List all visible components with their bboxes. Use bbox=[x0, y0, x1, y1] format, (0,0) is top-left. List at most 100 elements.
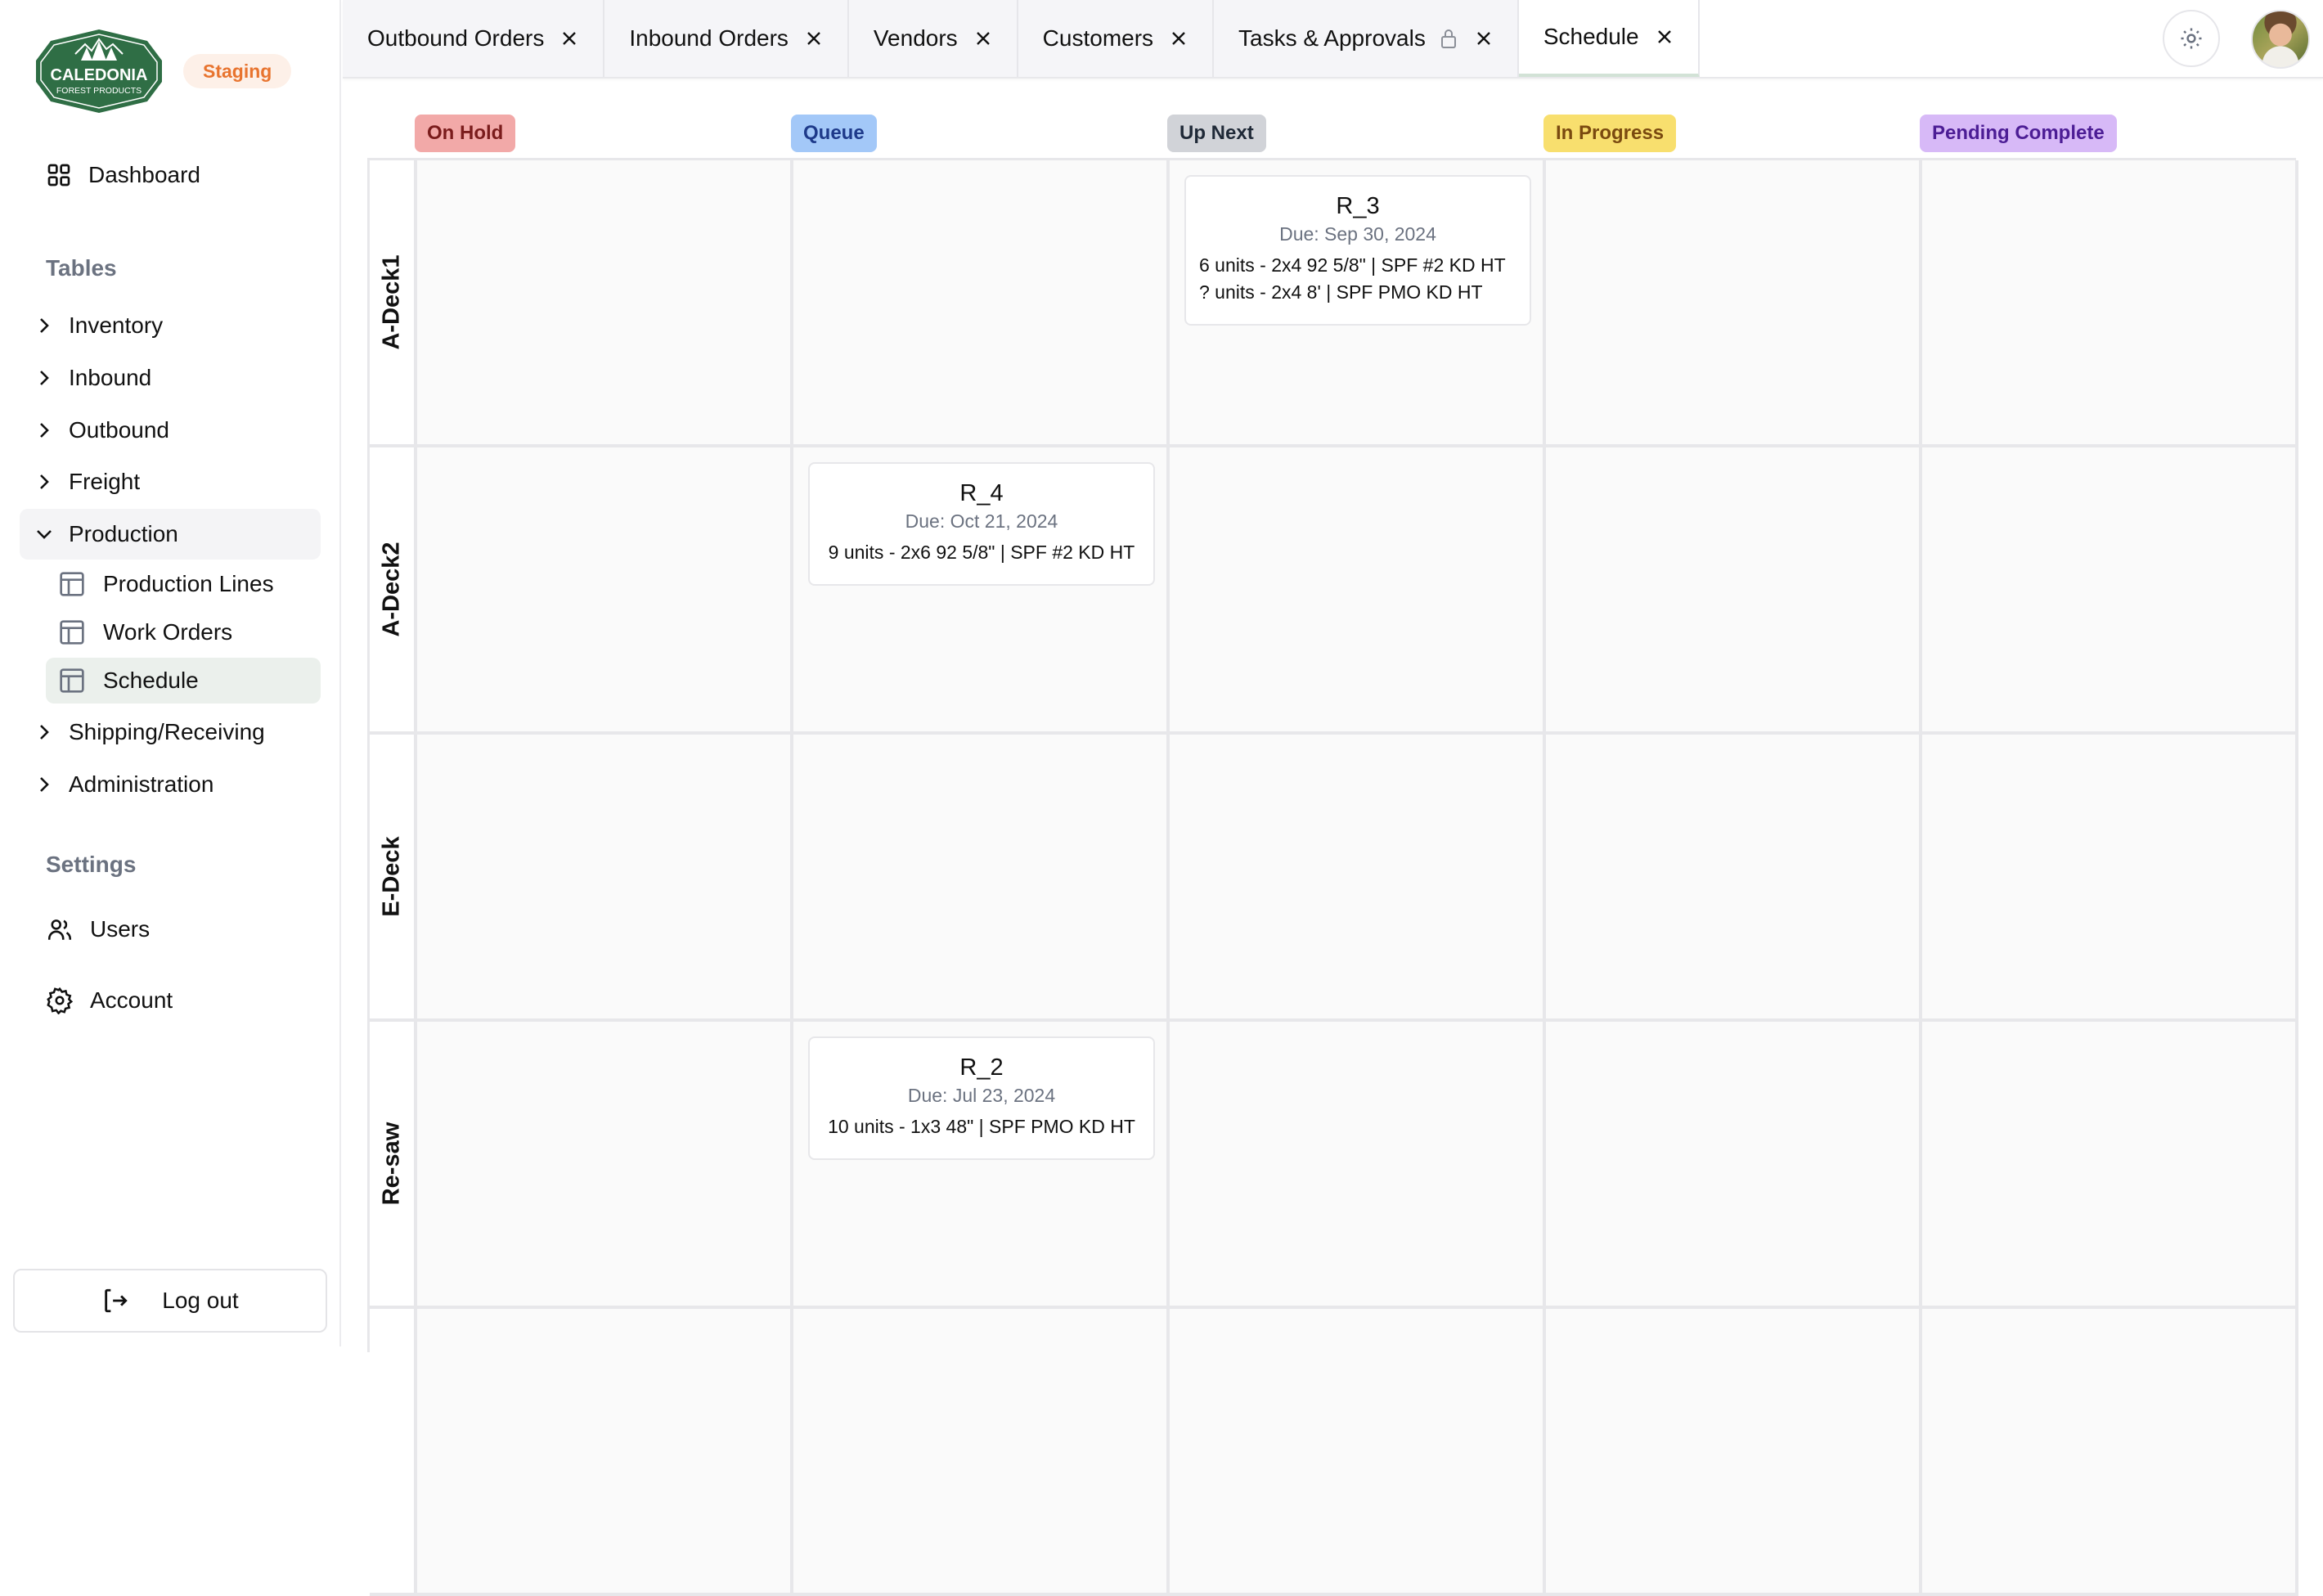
sidebar-item-inbound[interactable]: Inbound bbox=[20, 353, 321, 403]
sun-icon bbox=[2181, 28, 2202, 49]
card-line-items: 10 units - 1x3 48" | SPF PMO KD HT bbox=[823, 1113, 1140, 1140]
settings-heading: Settings bbox=[46, 852, 137, 877]
sidebar-item-shipping-receiving[interactable]: Shipping/Receiving bbox=[20, 707, 321, 758]
logout-icon bbox=[105, 1288, 128, 1313]
tab-outbound-orders[interactable]: Outbound Orders bbox=[343, 0, 605, 77]
board-row: A-Deck1 R_3 Due: Sep 30, 2024 6 units - 2x4… bbox=[370, 160, 2298, 447]
sidebar-item-inventory[interactable]: Inventory bbox=[20, 300, 321, 351]
sidebar-item-production[interactable]: Production bbox=[20, 509, 321, 560]
board-cell[interactable] bbox=[417, 1022, 793, 1306]
sidebar-subitem-production-lines[interactable]: Production Lines bbox=[46, 561, 321, 607]
board-cell[interactable] bbox=[417, 1309, 793, 1593]
board-cell[interactable] bbox=[1546, 735, 1922, 1018]
row-label bbox=[370, 1309, 417, 1593]
chevron-down-icon bbox=[37, 530, 52, 539]
close-icon[interactable] bbox=[805, 29, 823, 47]
work-order-card[interactable]: R_3 Due: Sep 30, 2024 6 units - 2x4 92 5/8… bbox=[1184, 175, 1531, 326]
table-icon bbox=[60, 668, 84, 693]
board-cell[interactable] bbox=[1170, 447, 1546, 731]
work-order-card[interactable]: R_2 Due: Jul 23, 2024 10 units - 1x3 48" |… bbox=[808, 1036, 1155, 1160]
close-icon[interactable] bbox=[974, 29, 992, 47]
logout-button[interactable]: Log out bbox=[13, 1269, 327, 1333]
board-cell[interactable]: R_3 Due: Sep 30, 2024 6 units - 2x4 92 5/8… bbox=[1170, 160, 1546, 444]
board-cell[interactable] bbox=[417, 160, 793, 444]
table-icon bbox=[60, 572, 84, 596]
board-cell[interactable] bbox=[1922, 1022, 2298, 1306]
sidebar-item-label: Production Lines bbox=[103, 571, 274, 596]
card-line-item: 10 units - 1x3 48" | SPF PMO KD HT bbox=[828, 1116, 1135, 1137]
sidebar-item-label: Freight bbox=[69, 469, 141, 494]
sidebar-item-freight[interactable]: Freight bbox=[20, 456, 321, 507]
close-icon[interactable] bbox=[560, 29, 578, 47]
tab-inbound-orders[interactable]: Inbound Orders bbox=[604, 0, 849, 77]
chevron-right-icon bbox=[40, 474, 49, 489]
user-avatar[interactable] bbox=[2251, 10, 2310, 69]
sidebar-subitem-work-orders[interactable]: Work Orders bbox=[46, 609, 321, 655]
column-header-in-progress: In Progress bbox=[1543, 115, 1677, 152]
tab-vendors[interactable]: Vendors bbox=[848, 0, 1018, 77]
tab-schedule[interactable]: Schedule bbox=[1518, 0, 1700, 77]
sidebar-item-label: Inventory bbox=[69, 312, 164, 338]
board-cell[interactable] bbox=[793, 1309, 1170, 1593]
tab-label: Customers bbox=[1042, 25, 1154, 51]
close-icon[interactable] bbox=[1170, 29, 1188, 47]
close-icon[interactable] bbox=[1656, 28, 1674, 46]
row-label: A-Deck2 bbox=[370, 447, 417, 731]
board-row: E-Deck bbox=[370, 735, 2298, 1022]
board-row: Re-saw R_2 Due: Jul 23, 2024 10 units - 1x3… bbox=[370, 1022, 2298, 1309]
column-header-up-next: Up Next bbox=[1167, 115, 1266, 152]
tab-label: Outbound Orders bbox=[367, 25, 545, 51]
chevron-right-icon bbox=[40, 777, 49, 792]
logout-label: Log out bbox=[162, 1288, 239, 1313]
board-cell[interactable] bbox=[1546, 447, 1922, 731]
board-cell[interactable] bbox=[1546, 1022, 1922, 1306]
card-line-items: 9 units - 2x6 92 5/8" | SPF #2 KD HT bbox=[823, 539, 1140, 566]
column-header-queue: Queue bbox=[791, 115, 877, 152]
tab-bar: Outbound Orders Inbound Orders Vendors C… bbox=[343, 0, 2323, 79]
tab-customers[interactable]: Customers bbox=[1018, 0, 1215, 77]
tab-label: Tasks & Approvals bbox=[1238, 25, 1426, 51]
sidebar-item-account[interactable]: Account bbox=[46, 984, 173, 1017]
svg-text:FOREST PRODUCTS: FOREST PRODUCTS bbox=[56, 86, 142, 96]
card-due-date: Due: Sep 30, 2024 bbox=[1279, 223, 1436, 245]
theme-toggle-button[interactable] bbox=[2163, 10, 2220, 67]
company-logo[interactable]: CALEDONIA FOREST PRODUCTS bbox=[34, 28, 164, 115]
board-cell[interactable] bbox=[793, 160, 1170, 444]
sidebar-item-administration[interactable]: Administration bbox=[20, 759, 321, 810]
card-line-item: 9 units - 2x6 92 5/8" | SPF #2 KD HT bbox=[828, 542, 1135, 563]
board-cell[interactable]: R_4 Due: Oct 21, 2024 9 units - 2x6 92 5/8… bbox=[793, 447, 1170, 731]
sidebar-subitem-schedule[interactable]: Schedule bbox=[46, 658, 321, 704]
tab-tasks-approvals[interactable]: Tasks & Approvals bbox=[1214, 0, 1519, 77]
svg-text:CALEDONIA: CALEDONIA bbox=[51, 66, 148, 84]
sidebar-item-label: Shipping/Receiving bbox=[69, 719, 265, 744]
board-cell[interactable] bbox=[1922, 160, 2298, 444]
board-cell[interactable] bbox=[1922, 735, 2298, 1018]
card-title: R_3 bbox=[1336, 193, 1380, 219]
board-cell[interactable] bbox=[1922, 1309, 2298, 1593]
open-tabs: Outbound Orders Inbound Orders Vendors C… bbox=[343, 0, 1700, 77]
board-cell[interactable]: R_2 Due: Jul 23, 2024 10 units - 1x3 48" |… bbox=[793, 1022, 1170, 1306]
card-title: R_2 bbox=[959, 1054, 1004, 1081]
column-headers: On Hold Queue Up Next In Progress Pending Co… bbox=[415, 115, 2296, 152]
board-cell[interactable] bbox=[417, 447, 793, 731]
close-icon[interactable] bbox=[1475, 29, 1493, 47]
tab-label: Inbound Orders bbox=[629, 25, 789, 51]
card-line-item: 6 units - 2x4 92 5/8" | SPF #2 KD HT bbox=[1199, 254, 1506, 276]
board-cell[interactable] bbox=[1170, 1022, 1546, 1306]
board-cell[interactable] bbox=[1170, 1309, 1546, 1593]
sidebar-item-label: Users bbox=[90, 916, 151, 942]
sidebar-item-outbound[interactable]: Outbound bbox=[20, 405, 321, 456]
sidebar-item-label: Work Orders bbox=[103, 619, 233, 645]
board-cell[interactable] bbox=[793, 735, 1170, 1018]
sidebar-item-users[interactable]: Users bbox=[46, 913, 150, 946]
sidebar-item-label: Inbound bbox=[69, 365, 152, 390]
sidebar-item-dashboard[interactable]: Dashboard bbox=[46, 160, 200, 190]
board-cell[interactable] bbox=[1170, 735, 1546, 1018]
chevron-right-icon bbox=[40, 318, 49, 333]
schedule-grid: A-Deck1 R_3 Due: Sep 30, 2024 6 units - 2x4… bbox=[367, 158, 2298, 1596]
work-order-card[interactable]: R_4 Due: Oct 21, 2024 9 units - 2x6 92 5/8… bbox=[808, 462, 1155, 586]
board-cell[interactable] bbox=[1546, 160, 1922, 444]
board-cell[interactable] bbox=[1922, 447, 2298, 731]
board-cell[interactable] bbox=[1546, 1309, 1922, 1593]
board-cell[interactable] bbox=[417, 735, 793, 1018]
